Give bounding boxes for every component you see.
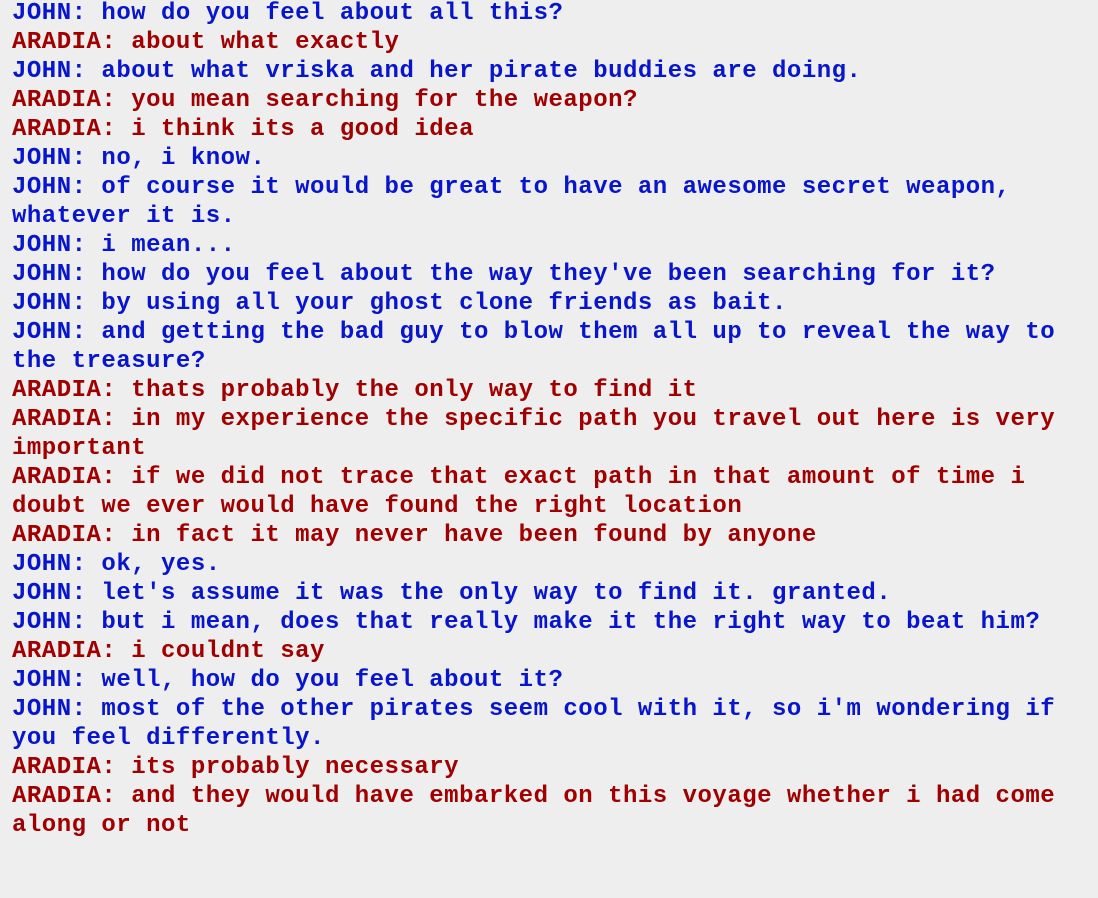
chat-line-aradia: ARADIA: i think its a good idea bbox=[12, 116, 474, 143]
chat-line-aradia: ARADIA: i couldnt say bbox=[12, 638, 325, 665]
chat-line-aradia: ARADIA: its probably necessary bbox=[12, 754, 460, 781]
chat-line-john: JOHN: ok, yes. bbox=[12, 551, 221, 578]
chat-line-john: JOHN: and getting the bad guy to blow th… bbox=[12, 319, 1071, 375]
chat-line-john: JOHN: let's assume it was the only way t… bbox=[12, 580, 892, 607]
chat-line-john: JOHN: about what vriska and her pirate b… bbox=[12, 58, 862, 85]
chat-line-aradia: ARADIA: in my experience the specific pa… bbox=[12, 406, 1071, 462]
chat-line-aradia: ARADIA: thats probably the only way to f… bbox=[12, 377, 698, 404]
chat-line-aradia: ARADIA: you mean searching for the weapo… bbox=[12, 87, 638, 114]
chat-log: JOHN: how do you feel about all this? AR… bbox=[12, 0, 1092, 840]
chat-line-john: JOHN: no, i know. bbox=[12, 145, 266, 172]
chat-line-john: JOHN: most of the other pirates seem coo… bbox=[12, 696, 1071, 752]
chat-line-john: JOHN: i mean... bbox=[12, 232, 236, 259]
chat-line-aradia: ARADIA: in fact it may never have been f… bbox=[12, 522, 817, 549]
chat-line-aradia: ARADIA: if we did not trace that exact p… bbox=[12, 464, 1041, 520]
chat-line-john: JOHN: how do you feel about the way they… bbox=[12, 261, 996, 288]
chat-line-john: JOHN: by using all your ghost clone frie… bbox=[12, 290, 787, 317]
chat-line-john: JOHN: of course it would be great to hav… bbox=[12, 174, 1026, 230]
chat-line-john: JOHN: well, how do you feel about it? bbox=[12, 667, 564, 694]
chat-line-aradia: ARADIA: and they would have embarked on … bbox=[12, 783, 1071, 839]
chat-line-aradia: ARADIA: about what exactly bbox=[12, 29, 400, 56]
chat-line-john: JOHN: how do you feel about all this? bbox=[12, 0, 564, 27]
chat-line-john: JOHN: but i mean, does that really make … bbox=[12, 609, 1041, 636]
